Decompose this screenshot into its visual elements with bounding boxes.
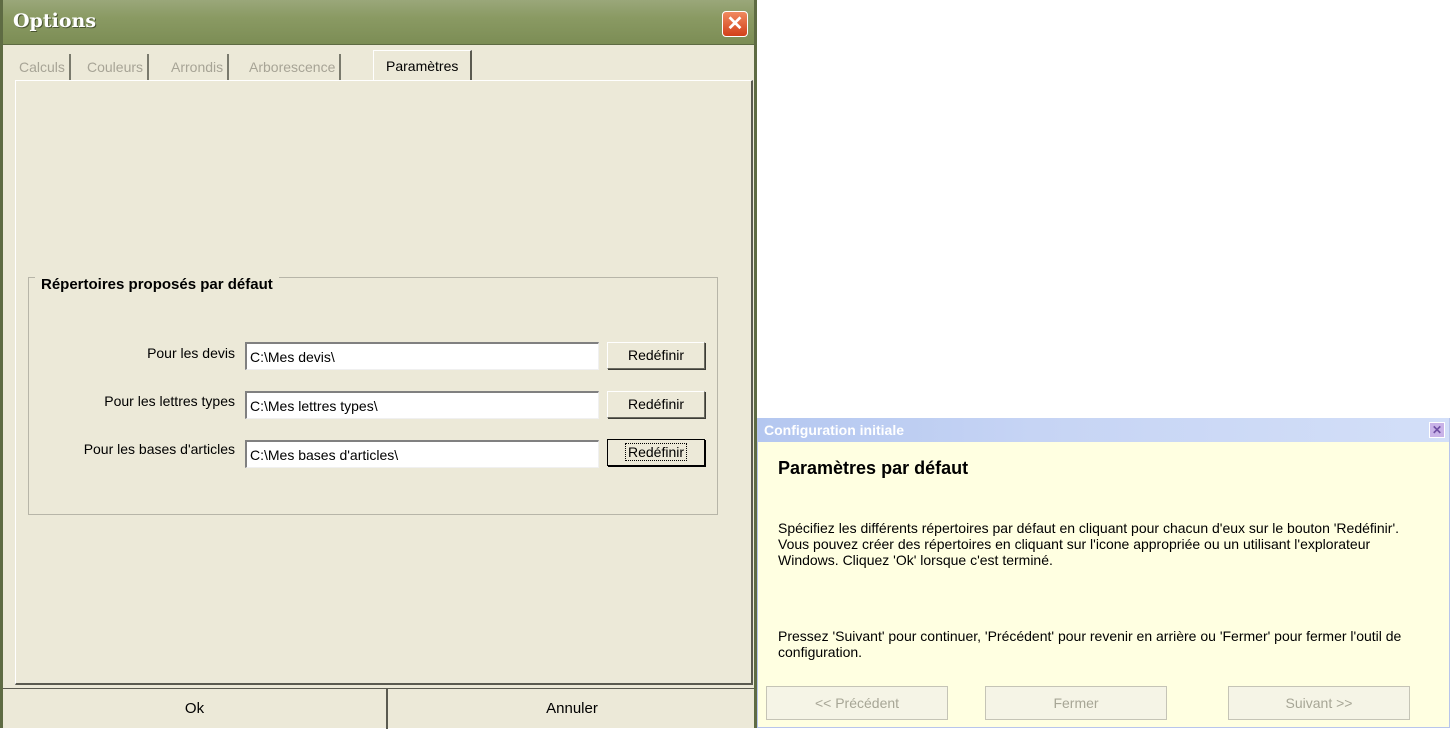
redefine-bases-articles-button[interactable]: Redéfinir [607, 439, 705, 466]
options-titlebar[interactable]: Options ✕ [3, 0, 754, 45]
devis-path-field[interactable]: C:\Mes devis\ [245, 342, 599, 370]
bases-articles-label: Pour les bases d'articles [83, 441, 235, 457]
options-window: Options ✕ Calculs Couleurs Arrondis Arbo… [0, 0, 757, 729]
config-heading: Paramètres par défaut [778, 458, 969, 478]
tab-arrondis[interactable]: Arrondis [167, 54, 230, 80]
tab-calculs[interactable]: Calculs [15, 54, 71, 80]
bases-articles-path-field[interactable]: C:\Mes bases d'articles\ [245, 440, 599, 468]
cancel-button[interactable]: Annuler [390, 689, 754, 729]
close-icon[interactable]: ✕ [1429, 422, 1445, 438]
config-title: Configuration initiale [764, 422, 904, 438]
devis-label: Pour les devis [147, 345, 235, 361]
config-titlebar[interactable]: Configuration initiale ✕ [758, 418, 1449, 442]
tab-arborescence[interactable]: Arborescence [245, 54, 342, 80]
close-button[interactable]: Fermer [985, 686, 1167, 720]
options-title: Options [13, 10, 97, 32]
close-icon[interactable]: ✕ [722, 11, 748, 37]
redefine-lettres-types-button[interactable]: Redéfinir [607, 391, 705, 418]
config-instructions: Spécifiez les différents répertoires par… [778, 520, 1400, 568]
config-navigation-hint: Pressez 'Suivant' pour continuer, 'Précé… [778, 628, 1402, 660]
next-button[interactable]: Suivant >> [1228, 686, 1410, 720]
lettres-types-path-field[interactable]: C:\Mes lettres types\ [245, 391, 599, 419]
ok-button[interactable]: Ok [3, 689, 388, 729]
options-button-bar: Ok Annuler [3, 688, 754, 729]
group-title: Répertoires proposés par défaut [35, 276, 279, 293]
config-window: Configuration initiale ✕ Paramètres par … [757, 418, 1450, 728]
previous-button[interactable]: << Précédent [766, 686, 948, 720]
lettres-types-label: Pour les lettres types [104, 393, 235, 409]
redefine-devis-button[interactable]: Redéfinir [607, 342, 705, 369]
tab-couleurs[interactable]: Couleurs [83, 54, 150, 80]
tab-parametres[interactable]: Paramètres [373, 50, 473, 81]
